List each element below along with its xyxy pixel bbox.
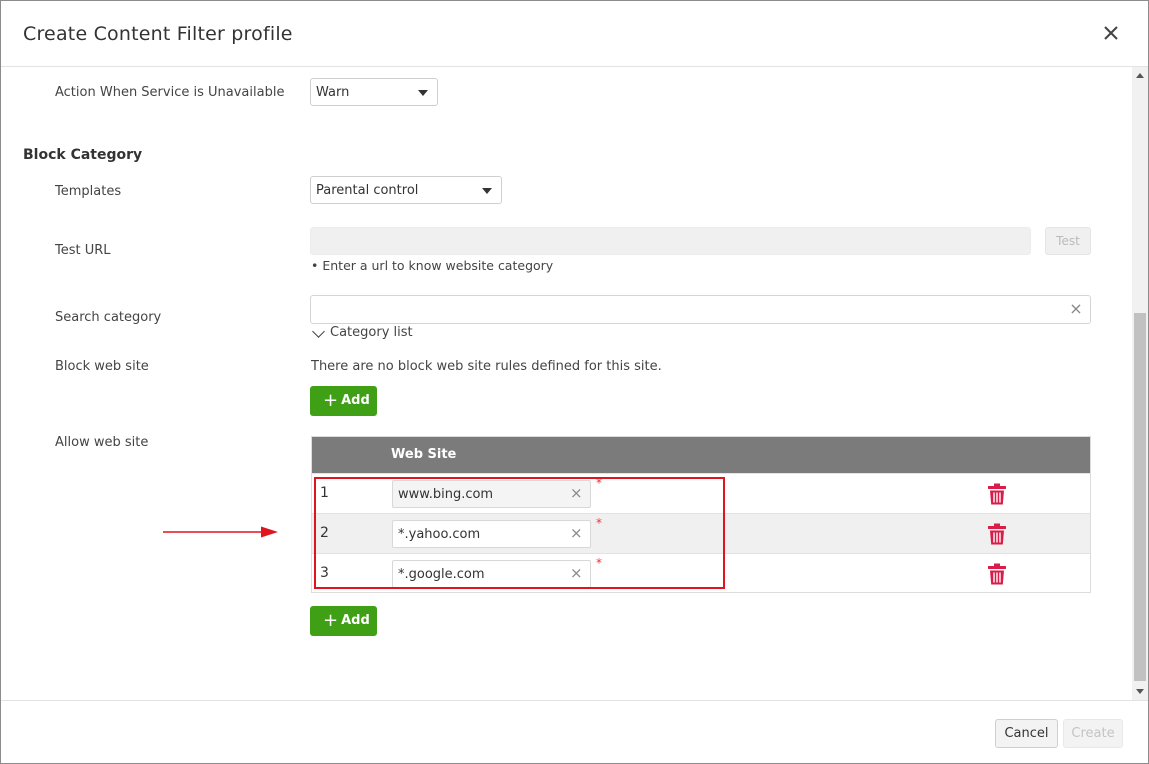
search-category-input[interactable]: ×	[310, 295, 1091, 324]
plus-icon: +	[323, 610, 339, 631]
templates-value: Parental control	[316, 183, 419, 198]
scroll-down-icon[interactable]	[1136, 689, 1144, 694]
vertical-scrollbar[interactable]	[1132, 67, 1148, 700]
add-label: Add	[341, 393, 370, 408]
action-unavailable-label: Action When Service is Unavailable	[55, 85, 285, 100]
allow-web-site-label: Allow web site	[55, 435, 149, 450]
search-category-label: Search category	[55, 310, 162, 325]
dialog-title: Create Content Filter profile	[23, 23, 293, 45]
red-arrow-annotation	[163, 526, 278, 538]
scroll-up-icon[interactable]	[1136, 73, 1144, 78]
action-unavailable-value: Warn	[316, 85, 350, 100]
trash-icon[interactable]	[987, 523, 1007, 545]
caret-down-icon	[482, 188, 492, 194]
dialog-footer: Cancel Create	[1, 700, 1148, 763]
highlight-box	[314, 477, 725, 589]
dialog-body: Action When Service is Unavailable Warn …	[1, 67, 1132, 700]
block-web-site-empty-text: There are no block web site rules define…	[311, 359, 662, 374]
caret-down-icon	[418, 90, 428, 96]
block-web-site-label: Block web site	[55, 359, 149, 374]
test-url-hint: • Enter a url to know website category	[311, 258, 554, 273]
test-url-label: Test URL	[55, 243, 111, 258]
test-button[interactable]: Test	[1045, 227, 1091, 255]
scrollbar-thumb[interactable]	[1134, 313, 1146, 681]
create-content-filter-dialog: Create Content Filter profile Action Whe…	[0, 0, 1149, 764]
allow-web-site-add-button[interactable]: + Add	[310, 606, 377, 636]
close-icon[interactable]	[1100, 22, 1122, 44]
table-header: Web Site	[312, 437, 1090, 473]
create-button[interactable]: Create	[1063, 719, 1123, 748]
trash-icon[interactable]	[987, 483, 1007, 505]
action-unavailable-select[interactable]: Warn	[310, 78, 438, 106]
clear-icon[interactable]: ×	[1068, 301, 1084, 317]
test-url-input[interactable]	[310, 227, 1031, 255]
templates-label: Templates	[55, 184, 122, 199]
block-web-site-add-button[interactable]: + Add	[310, 386, 377, 416]
templates-select[interactable]: Parental control	[310, 176, 502, 204]
trash-icon[interactable]	[987, 563, 1007, 585]
plus-icon: +	[323, 390, 339, 411]
cancel-button[interactable]: Cancel	[995, 719, 1058, 748]
chevron-down-icon	[312, 324, 325, 338]
dialog-header: Create Content Filter profile	[1, 1, 1148, 67]
add-label: Add	[341, 613, 370, 628]
category-list-toggle[interactable]: Category list	[311, 324, 413, 340]
category-list-label: Category list	[330, 325, 413, 340]
web-site-column-header: Web Site	[391, 447, 457, 462]
block-category-title: Block Category	[23, 147, 143, 163]
